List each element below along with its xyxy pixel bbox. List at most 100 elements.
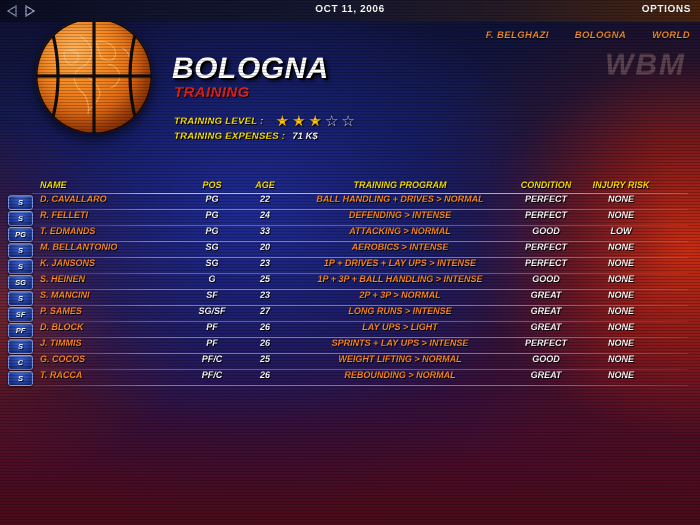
player-age: 23: [259, 258, 271, 268]
training-table: NAME POS AGE TRAINING PROGRAM CONDITION …: [0, 180, 700, 386]
player-training-program[interactable]: LAY UPS > LIGHT: [362, 322, 437, 332]
star-empty-icon: ☆: [341, 113, 355, 130]
table-row[interactable]: S D. CAVALLARO PG 22 BALL HANDLING + DRIVES …: [0, 194, 700, 210]
column-header-name: NAME: [40, 180, 67, 190]
options-button[interactable]: OPTIONS: [642, 4, 691, 15]
page-title: BOLOGNA: [172, 52, 329, 85]
top-bar: OCT 11, 2006 OPTIONS: [0, 0, 700, 22]
player-injury-risk: NONE: [607, 258, 635, 268]
training-expenses-row: TRAINING EXPENSES : 71 K$: [174, 129, 355, 144]
player-age: 26: [259, 370, 271, 380]
player-pos: PF: [206, 338, 218, 348]
player-training-program[interactable]: DEFENDING > INTENSE: [349, 210, 451, 220]
player-position-badge[interactable]: S: [8, 291, 33, 306]
player-name[interactable]: P. SAMES: [40, 306, 82, 316]
player-age: 26: [259, 322, 271, 332]
player-name[interactable]: T. RACCA: [40, 370, 82, 380]
table-row[interactable]: SG S. HEINEN G 25 1P + 3P + BALL HANDLING > …: [0, 274, 700, 290]
player-injury-risk: NONE: [607, 370, 635, 380]
player-position-badge[interactable]: S: [8, 259, 33, 274]
star-filled-icon: ★: [308, 113, 322, 130]
table-row[interactable]: S S. MANCINI SF 23 2P + 3P > NORMAL GREAT NONE: [0, 290, 700, 306]
table-row[interactable]: S M. BELLANTONIO SG 20 AEROBICS > INTENSE PER…: [0, 242, 700, 258]
player-position-badge[interactable]: S: [8, 371, 33, 386]
player-position-badge[interactable]: S: [8, 195, 33, 210]
player-age: 33: [259, 226, 271, 236]
training-info: TRAINING LEVEL : ★ ★ ★ ☆ ☆ TRAINING EXPENSES…: [174, 114, 355, 144]
player-training-program[interactable]: 1P + DRIVES + LAY UPS > INTENSE: [324, 258, 476, 268]
player-position-badge[interactable]: S: [8, 339, 33, 354]
player-name[interactable]: D. CAVALLARO: [40, 194, 107, 204]
player-position-badge[interactable]: S: [8, 243, 33, 258]
player-injury-risk: NONE: [607, 354, 635, 364]
player-name[interactable]: G. COCOS: [40, 354, 85, 364]
training-expenses-label: TRAINING EXPENSES :: [174, 131, 286, 142]
player-pos: PG: [205, 226, 219, 236]
player-name[interactable]: M. BELLANTONIO: [40, 242, 117, 252]
player-training-program[interactable]: 2P + 3P > NORMAL: [359, 290, 440, 300]
player-position-badge[interactable]: C: [8, 355, 33, 370]
player-position-badge[interactable]: PG: [8, 227, 33, 242]
player-training-program[interactable]: BALL HANDLING + DRIVES > NORMAL: [316, 194, 483, 204]
player-name[interactable]: T. EDMANDS: [40, 226, 95, 236]
player-age: 22: [259, 194, 271, 204]
wbm-watermark: WBM: [605, 48, 686, 81]
player-training-program[interactable]: AEROBICS > INTENSE: [352, 242, 449, 252]
nav-item-manager[interactable]: F. BELGHAZI: [486, 30, 549, 41]
table-row[interactable]: C G. COCOS PF/C 25 WEIGHT LIFTING > NORMAL GO…: [0, 354, 700, 370]
column-header-injury-risk: INJURY RISK: [592, 180, 650, 190]
player-age: 26: [259, 338, 271, 348]
player-pos: PF/C: [201, 370, 223, 380]
star-empty-icon: ☆: [324, 113, 339, 130]
player-pos: SG: [205, 242, 219, 252]
nav-item-world[interactable]: WORLD: [652, 30, 690, 41]
table-row[interactable]: PG T. EDMANDS PG 33 ATTACKING > NORMAL GOOD LO…: [0, 226, 700, 242]
player-injury-risk: LOW: [610, 226, 632, 236]
current-date: OCT 11, 2006: [315, 4, 385, 15]
player-injury-risk: NONE: [607, 306, 635, 316]
player-injury-risk: NONE: [607, 322, 635, 332]
player-condition: GOOD: [532, 354, 560, 364]
player-injury-risk: NONE: [607, 242, 635, 252]
player-training-program[interactable]: ATTACKING > NORMAL: [349, 226, 450, 236]
table-row[interactable]: S R. FELLETI PG 24 DEFENDING > INTENSE PERFEC…: [0, 210, 700, 226]
player-condition: GREAT: [530, 370, 562, 380]
player-condition: PERFECT: [524, 338, 568, 348]
star-filled-icon: ★: [275, 113, 290, 130]
player-age: 23: [259, 290, 271, 300]
player-name[interactable]: K. JANSONS: [40, 258, 95, 268]
player-name[interactable]: R. FELLETI: [40, 210, 88, 220]
player-training-program[interactable]: WEIGHT LIFTING > NORMAL: [338, 354, 461, 364]
player-injury-risk: NONE: [607, 290, 635, 300]
player-pos: PF: [206, 322, 218, 332]
player-name[interactable]: J. TIMMIS: [40, 338, 82, 348]
player-training-program[interactable]: SPRINTS + LAY UPS > INTENSE: [332, 338, 469, 348]
player-training-program[interactable]: LONG RUNS > INTENSE: [348, 306, 451, 316]
player-name[interactable]: D. BLOCK: [40, 322, 84, 332]
player-training-program[interactable]: 1P + 3P + BALL HANDLING > INTENSE: [318, 274, 483, 284]
player-position-badge[interactable]: SF: [8, 307, 33, 322]
player-position-badge[interactable]: SG: [8, 275, 33, 290]
player-name[interactable]: S. MANCINI: [40, 290, 90, 300]
table-row[interactable]: S J. TIMMIS PF 26 SPRINTS + LAY UPS > INTENS…: [0, 338, 700, 354]
training-expenses-value: 71 K$: [292, 131, 318, 142]
player-condition: GREAT: [530, 322, 562, 332]
player-age: 24: [259, 210, 271, 220]
player-age: 27: [259, 306, 271, 316]
player-condition: GREAT: [530, 290, 562, 300]
player-name[interactable]: S. HEINEN: [40, 274, 85, 284]
player-age: 25: [259, 274, 271, 284]
nav-item-team[interactable]: BOLOGNA: [575, 30, 626, 41]
player-position-badge[interactable]: PF: [8, 323, 33, 338]
table-row[interactable]: S K. JANSONS SG 23 1P + DRIVES + LAY UPS > I…: [0, 258, 700, 274]
player-injury-risk: NONE: [607, 194, 635, 204]
table-row[interactable]: PF D. BLOCK PF 26 LAY UPS > LIGHT GREAT NONE: [0, 322, 700, 338]
basketball-globe-logo: [36, 18, 152, 134]
table-row[interactable]: SF P. SAMES SG/SF 27 LONG RUNS > INTENSE GREA…: [0, 306, 700, 322]
player-training-program[interactable]: REBOUNDING > NORMAL: [344, 370, 455, 380]
player-age: 25: [259, 354, 271, 364]
table-row[interactable]: S T. RACCA PF/C 26 REBOUNDING > NORMAL GREAT N…: [0, 370, 700, 386]
player-position-badge[interactable]: S: [8, 211, 33, 226]
training-level-stars[interactable]: ★ ★ ★ ☆ ☆: [275, 113, 355, 130]
player-age: 20: [259, 242, 271, 252]
